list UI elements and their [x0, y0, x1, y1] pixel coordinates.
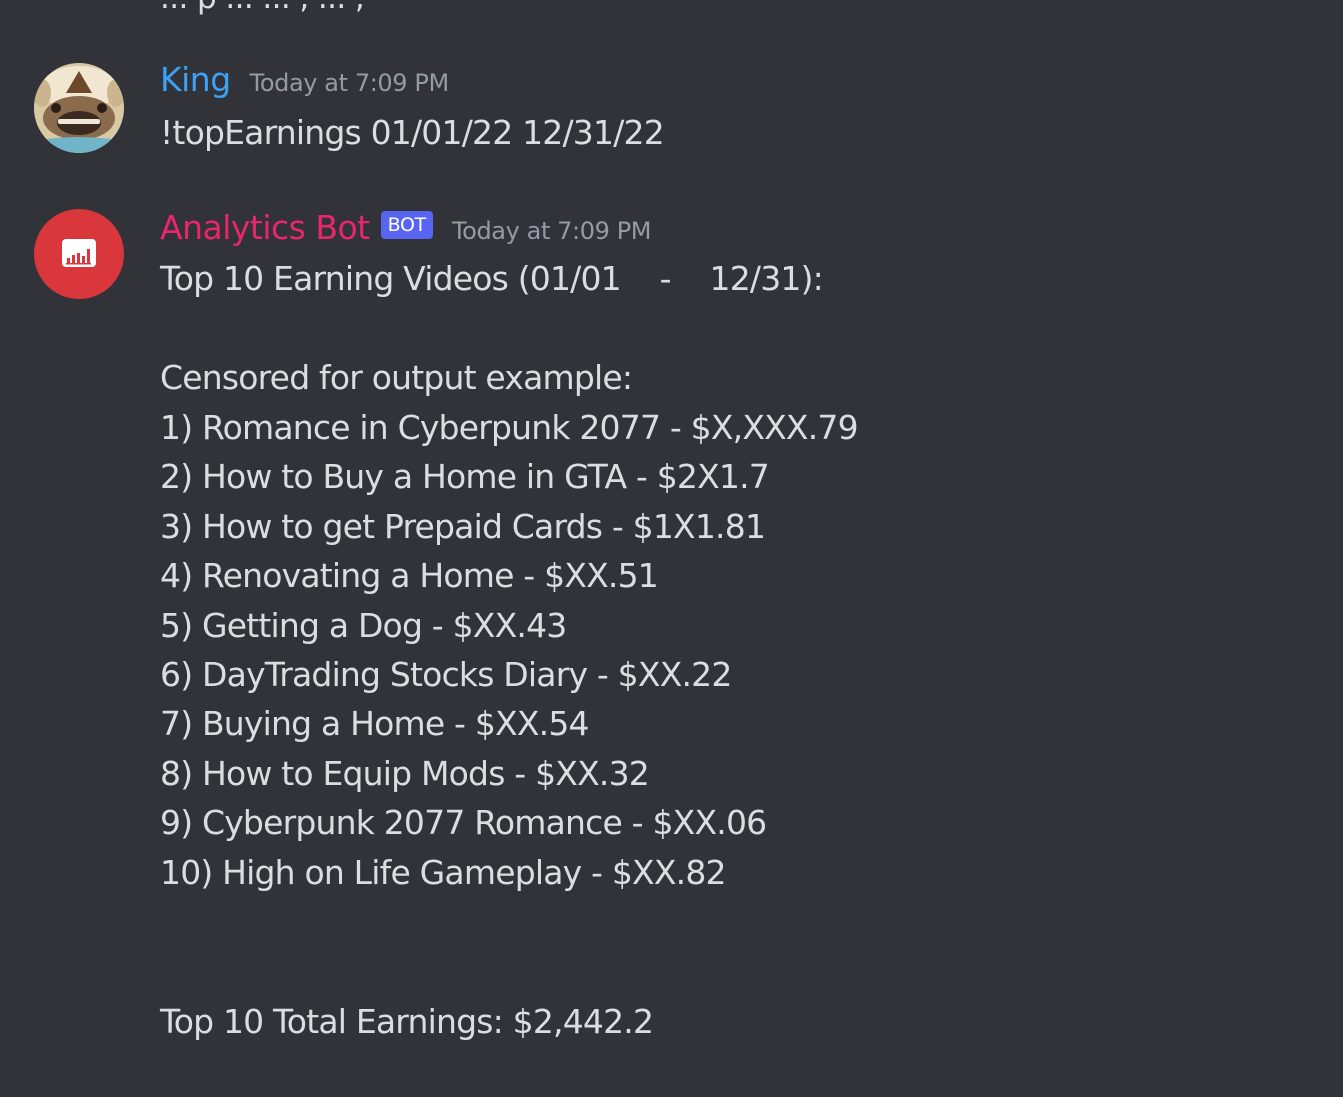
previous-message-partial: ... p ... ... , ... ,	[160, 0, 365, 16]
earnings-list-item: 8) How to Equip Mods - $XX.32	[160, 753, 650, 793]
bot-badge: BOT	[380, 211, 433, 239]
earnings-list-item: 1) Romance in Cyberpunk 2077 - $X,XXX.79	[160, 408, 859, 447]
earnings-list-item: 3) How to get Prepaid Cards - $1X1.81	[160, 506, 766, 546]
bar-chart-icon	[62, 239, 96, 267]
author-name[interactable]: King	[160, 60, 231, 100]
total-earnings: Top 10 Total Earnings: $2,442.2	[160, 1002, 654, 1041]
message-text: !topEarnings 01/01/22 12/31/22	[160, 113, 665, 152]
earnings-list-item: 10) High on Life Gameplay - $XX.82	[160, 852, 727, 892]
message-subtitle: Censored for output example:	[160, 358, 633, 397]
earnings-list-item: 7) Buying a Home - $XX.54	[160, 704, 590, 744]
earnings-list-item: 4) Renovating a Home - $XX.51	[160, 556, 659, 596]
earnings-list-item: 6) DayTrading Stocks Diary - $XX.22	[160, 655, 732, 694]
message-timestamp[interactable]: Today at 7:09 PM	[452, 217, 651, 245]
earnings-list-item: 2) How to Buy a Home in GTA - $2X1.7	[160, 457, 770, 497]
message-timestamp[interactable]: Today at 7:09 PM	[250, 69, 449, 97]
author-name[interactable]: Analytics Bot	[160, 208, 370, 248]
earnings-list-item: 9) Cyberpunk 2077 Romance - $XX.06	[160, 803, 767, 843]
message-title: Top 10 Earning Videos (01/01 - 12/31):	[160, 259, 824, 298]
avatar-analytics-bot[interactable]	[34, 209, 124, 299]
earnings-list-item: 5) Getting a Dog - $XX.43	[160, 605, 567, 645]
avatar-king[interactable]	[34, 63, 124, 153]
appa-avatar-icon	[34, 63, 124, 153]
